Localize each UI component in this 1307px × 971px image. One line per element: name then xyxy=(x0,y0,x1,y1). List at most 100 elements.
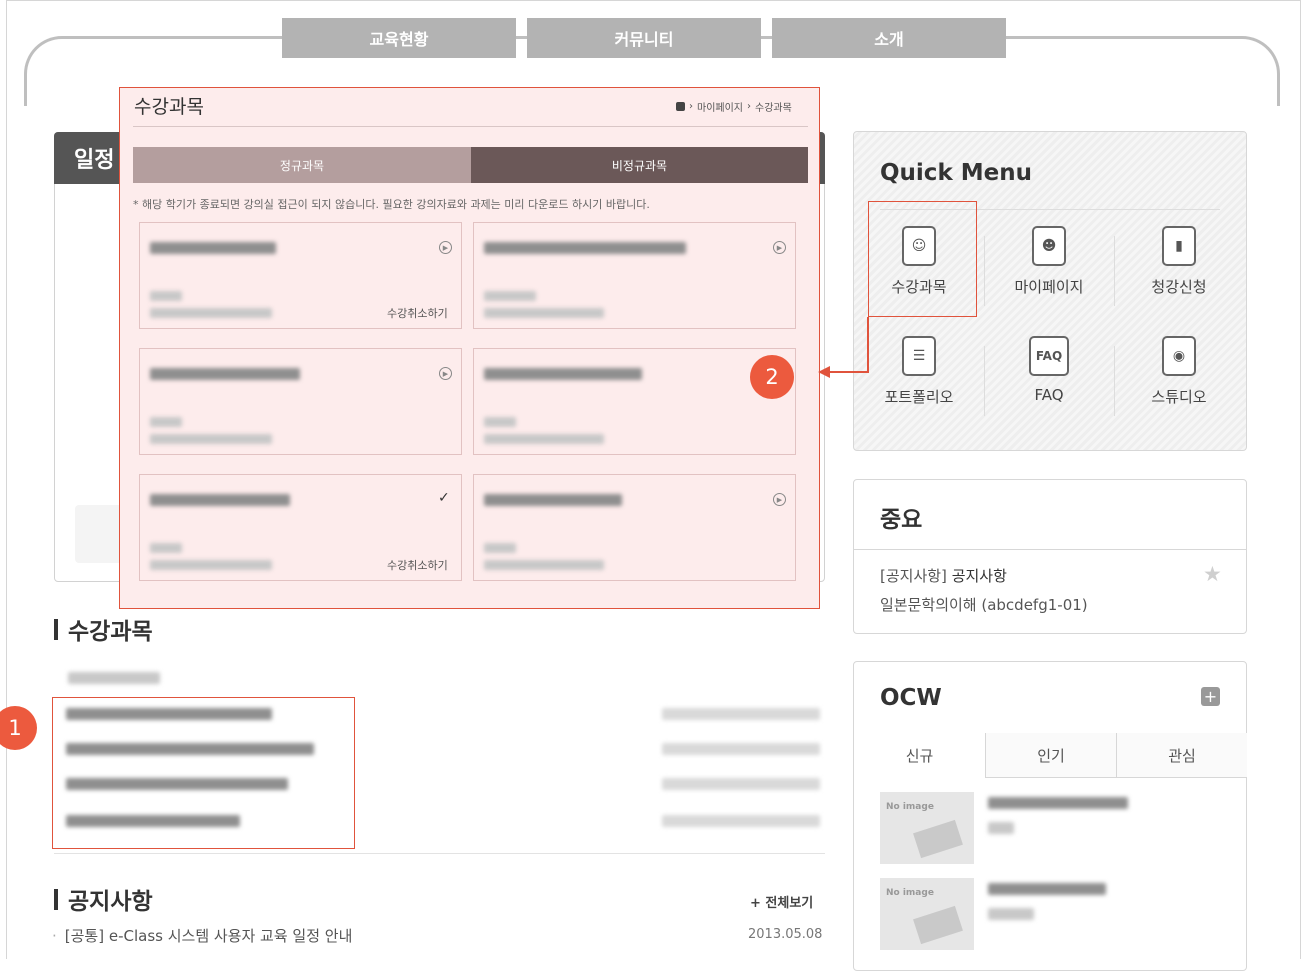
quick-menu-label: 청강신청 xyxy=(1151,278,1207,296)
divider xyxy=(54,853,825,854)
card-course-title xyxy=(484,494,622,506)
breadcrumb: › 마이페이지 › 수강과목 xyxy=(676,99,792,114)
ocw-thumbnail[interactable]: No image xyxy=(880,792,974,864)
image-placeholder-icon xyxy=(913,905,963,945)
course-semester-label xyxy=(68,672,160,684)
divider xyxy=(854,549,1246,550)
divider xyxy=(984,236,985,306)
quick-menu-item-studio[interactable]: ◉ 스튜디오 xyxy=(1114,336,1244,407)
no-image-label: No image xyxy=(886,802,934,812)
tab-regular-courses[interactable]: 정규과목 xyxy=(133,147,471,183)
tab-ocw-popular[interactable]: 인기 xyxy=(985,733,1116,778)
divider xyxy=(1114,236,1115,306)
star-icon[interactable]: ★ xyxy=(1203,562,1222,586)
cancel-enrollment-link[interactable]: 수강취소하기 xyxy=(387,557,448,573)
ocw-item-title[interactable] xyxy=(988,883,1106,895)
card-course-title xyxy=(150,494,290,506)
notice-title[interactable]: [공통] e-Class 시스템 사용자 교육 일정 안내 xyxy=(65,927,353,945)
popup-notice: * 해당 학기가 종료되면 강의실 접근이 되지 않습니다. 필요한 강의자료와… xyxy=(133,198,650,211)
nav-tab-about[interactable]: 소개 xyxy=(772,18,1006,58)
important-course: 일본문학의이해 (abcdefg1-01) xyxy=(880,596,1088,614)
card-period xyxy=(484,560,604,570)
course-card[interactable]: ▶ 수강취소하기 xyxy=(139,222,462,329)
card-period xyxy=(150,560,272,570)
notice-date: 2013.05.08 xyxy=(748,927,823,942)
popup-divider xyxy=(133,126,808,127)
bullet: · xyxy=(52,927,57,945)
tab-nonregular-courses[interactable]: 비정규과목 xyxy=(471,147,808,183)
ocw-item-title[interactable] xyxy=(988,797,1128,809)
tab-ocw-interest[interactable]: 관심 xyxy=(1116,733,1247,778)
notices-section-title: 공지사항 xyxy=(54,882,153,916)
divider xyxy=(984,346,985,416)
card-course-title xyxy=(484,368,642,380)
course-card[interactable]: ▶ xyxy=(473,474,796,581)
play-icon[interactable]: ▶ xyxy=(773,493,786,506)
portfolio-icon: ☰ xyxy=(902,336,936,376)
courses-section-title: 수강과목 xyxy=(54,612,153,646)
nav-tab-community[interactable]: 커뮤니티 xyxy=(527,18,761,58)
course-period xyxy=(662,743,820,755)
card-period xyxy=(150,308,272,318)
quick-menu-label: 포트폴리오 xyxy=(884,388,954,406)
card-professor xyxy=(150,543,182,553)
course-card[interactable] xyxy=(473,348,796,455)
play-icon[interactable]: ▶ xyxy=(773,241,786,254)
important-title: 중요 xyxy=(880,507,923,533)
ocw-thumbnail[interactable]: No image xyxy=(880,878,974,950)
audit-icon: ▮ xyxy=(1162,226,1196,266)
annotation-badge-2: 2 xyxy=(750,355,794,399)
course-card[interactable]: ✓ 수강취소하기 xyxy=(139,474,462,581)
card-professor xyxy=(484,291,536,301)
title-bar xyxy=(54,888,58,910)
breadcrumb-mypage[interactable]: 마이페이지 xyxy=(697,99,743,114)
notices-more-link[interactable]: + 전체보기 xyxy=(750,892,813,911)
card-course-title xyxy=(484,242,686,254)
quick-menu-item-faq[interactable]: FAQ FAQ xyxy=(984,336,1114,404)
home-icon[interactable] xyxy=(676,102,685,111)
checkmark-icon[interactable]: ✓ xyxy=(438,490,450,506)
nav-tab-education[interactable]: 교육현황 xyxy=(282,18,516,58)
quick-menu-label: 마이페이지 xyxy=(1014,278,1084,296)
no-image-label: No image xyxy=(886,888,934,898)
cancel-enrollment-link[interactable]: 수강취소하기 xyxy=(387,305,448,321)
course-period xyxy=(662,708,820,720)
quick-menu-item-audit[interactable]: ▮ 청강신청 xyxy=(1114,226,1244,297)
image-placeholder-icon xyxy=(913,819,963,859)
add-icon[interactable]: + xyxy=(1201,687,1220,706)
ocw-item-author xyxy=(988,908,1034,920)
notices-title-text: 공지사항 xyxy=(68,889,153,915)
course-card[interactable]: ▶ xyxy=(473,222,796,329)
important-item[interactable]: [공지사항] 공지사항 xyxy=(880,565,1007,586)
highlight-box-courses-menu xyxy=(868,201,977,317)
card-professor xyxy=(484,417,516,427)
play-icon[interactable]: ▶ xyxy=(439,241,452,254)
studio-icon: ◉ xyxy=(1162,336,1196,376)
course-period xyxy=(662,815,820,827)
breadcrumb-current: 수강과목 xyxy=(755,103,792,114)
breadcrumb-sep: › xyxy=(689,101,693,112)
card-period xyxy=(484,308,604,318)
ocw-item-author xyxy=(988,822,1014,834)
card-period xyxy=(150,434,272,444)
mypage-icon: ☻ xyxy=(1032,226,1066,266)
divider xyxy=(1114,346,1115,416)
highlight-box-course-list xyxy=(52,697,355,849)
quick-menu-title: Quick Menu xyxy=(880,160,1032,186)
title-bar xyxy=(54,618,58,640)
schedule-title: 일정 xyxy=(74,148,115,173)
tab-ocw-new[interactable]: 신규 xyxy=(854,733,985,778)
quick-menu-item-mypage[interactable]: ☻ 마이페이지 xyxy=(984,226,1114,297)
notice-row[interactable]: · [공통] e-Class 시스템 사용자 교육 일정 안내 xyxy=(52,925,352,946)
card-course-title xyxy=(150,242,276,254)
breadcrumb-sep: › xyxy=(747,101,751,112)
course-card[interactable]: ▶ xyxy=(139,348,462,455)
play-icon[interactable]: ▶ xyxy=(439,367,452,380)
courses-title-text: 수강과목 xyxy=(68,619,153,645)
important-item-title[interactable]: 공지사항 xyxy=(952,567,1007,585)
popup-title: 수강과목 xyxy=(134,96,204,118)
quick-menu-label: 스튜디오 xyxy=(1151,388,1207,406)
card-period xyxy=(484,434,604,444)
card-professor xyxy=(150,291,182,301)
card-professor xyxy=(150,417,182,427)
